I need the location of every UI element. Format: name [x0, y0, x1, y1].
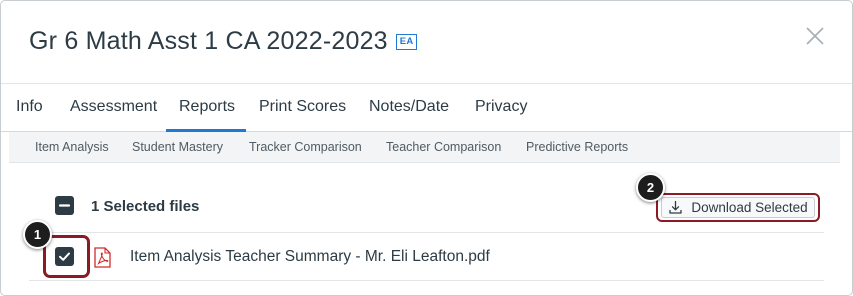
tab-privacy[interactable]: Privacy [475, 98, 527, 116]
dialog-title: Gr 6 Math Asst 1 CA 2022-2023 EA [29, 27, 418, 56]
tab-print-scores[interactable]: Print Scores [259, 98, 346, 116]
tab-info[interactable]: Info [16, 98, 43, 116]
close-button[interactable] [804, 25, 826, 47]
tab-notes-date[interactable]: Notes/Date [369, 98, 449, 116]
callout-2: 2 [636, 173, 665, 202]
report-subtabs: Item Analysis Student Mastery Tracker Co… [9, 132, 840, 163]
download-selected-button[interactable]: Download Selected [656, 193, 820, 222]
ea-badge: EA [395, 33, 418, 50]
assessment-dialog: Gr 6 Math Asst 1 CA 2022-2023 EA Info As… [0, 0, 853, 296]
subtab-teacher-comparison[interactable]: Teacher Comparison [386, 140, 501, 154]
minus-icon [58, 204, 71, 207]
subtab-tracker-comparison[interactable]: Tracker Comparison [249, 140, 362, 154]
select-all-checkbox[interactable] [55, 196, 74, 215]
main-tabs: Info Assessment Reports Print Scores Not… [1, 83, 852, 132]
subtab-item-analysis[interactable]: Item Analysis [35, 140, 109, 154]
page-title: Gr 6 Math Asst 1 CA 2022-2023 [29, 27, 388, 55]
row-divider [29, 280, 824, 281]
callout-1: 1 [23, 220, 52, 249]
download-button-inner: Download Selected [661, 197, 815, 218]
file-checkbox[interactable] [55, 247, 74, 266]
file-name-link[interactable]: Item Analysis Teacher Summary - Mr. Eli … [130, 248, 490, 266]
dialog-header: Gr 6 Math Asst 1 CA 2022-2023 EA [1, 1, 852, 84]
subtab-predictive-reports[interactable]: Predictive Reports [526, 140, 628, 154]
checkmark-icon [59, 252, 70, 261]
tab-assessment[interactable]: Assessment [70, 98, 157, 116]
subtab-student-mastery[interactable]: Student Mastery [132, 140, 223, 154]
pdf-file-icon [94, 247, 111, 268]
download-icon [669, 200, 682, 214]
tab-reports[interactable]: Reports [179, 98, 235, 116]
download-button-label: Download Selected [691, 200, 808, 215]
close-icon [806, 27, 824, 45]
row-divider [29, 232, 824, 233]
selected-count-label: 1 Selected files [91, 198, 200, 215]
